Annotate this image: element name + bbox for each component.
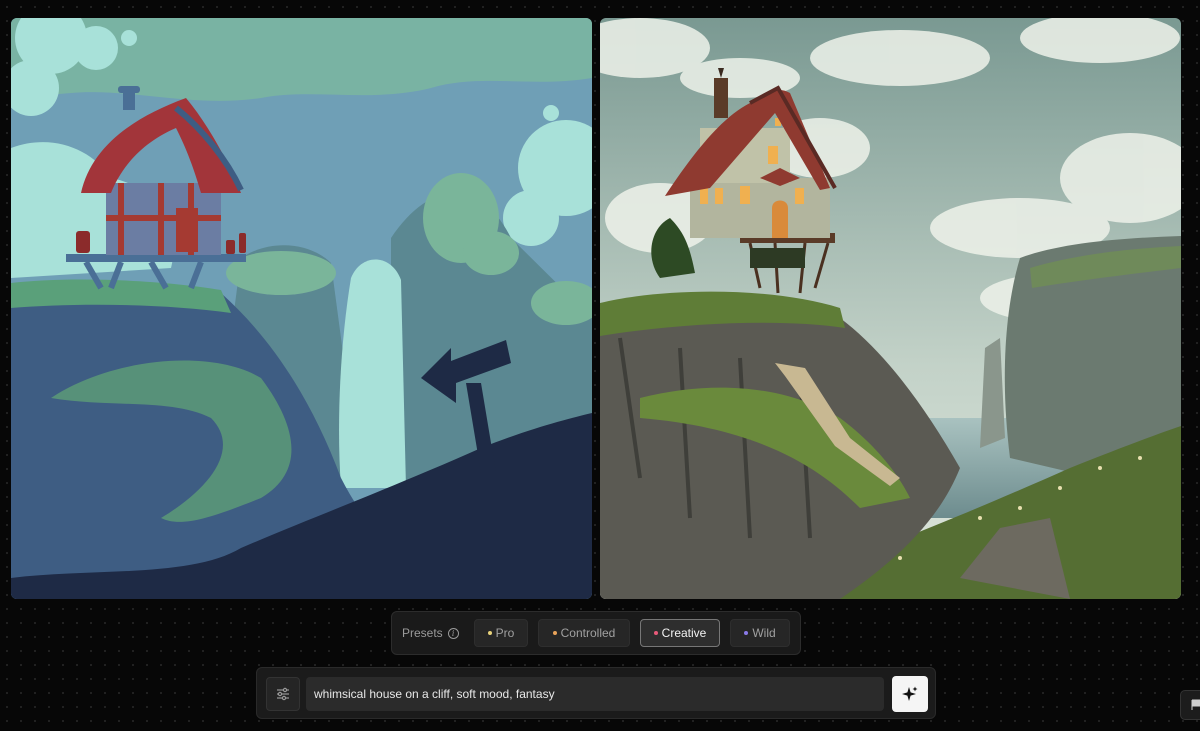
preset-controlled[interactable]: Controlled: [538, 619, 630, 647]
sliders-icon: [277, 687, 289, 701]
prompt-bar: [256, 667, 936, 719]
flag-icon: [1191, 699, 1200, 710]
presets-bar: Presets i Pro Controlled Creative Wild: [391, 611, 801, 655]
sketch-canvas[interactable]: [11, 18, 592, 599]
preset-pro[interactable]: Pro: [474, 619, 528, 647]
info-icon[interactable]: i: [447, 627, 459, 639]
preset-dot: [487, 631, 492, 635]
generate-button[interactable]: [892, 676, 928, 712]
preset-dot: [552, 631, 557, 635]
sparkle-icon: [902, 686, 918, 701]
preset-dot: [744, 631, 749, 635]
settings-button[interactable]: [266, 677, 300, 711]
sketch-illustration: [11, 18, 592, 599]
generated-image[interactable]: [600, 18, 1181, 599]
generated-illustration: [600, 18, 1181, 599]
preset-creative[interactable]: Creative: [640, 619, 720, 647]
presets-label: Presets i: [402, 626, 459, 640]
side-tab[interactable]: [1180, 690, 1200, 720]
prompt-input[interactable]: [306, 677, 884, 711]
preset-dot: [653, 631, 658, 635]
preset-wild[interactable]: Wild: [730, 619, 790, 647]
